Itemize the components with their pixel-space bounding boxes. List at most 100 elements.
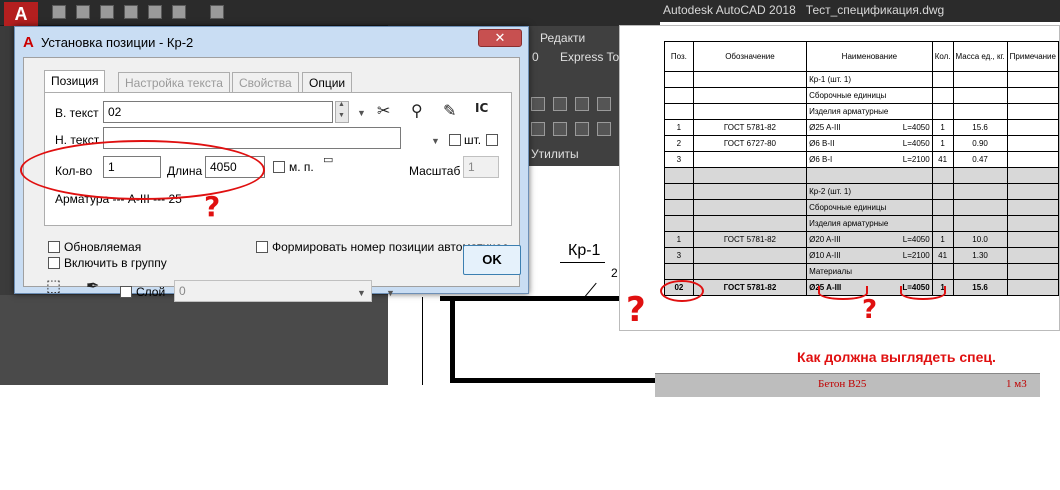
spec-name: Кр-1 (шт. 1) (806, 71, 933, 88)
spec-pos (664, 263, 694, 280)
spec-pos (664, 199, 694, 216)
spec-row: 3 Ø10 A-III L=2100 41 1.30 (664, 247, 1060, 264)
spec-note (1006, 71, 1060, 88)
spec-kol (931, 263, 954, 280)
save-as-icon[interactable] (124, 5, 138, 19)
ok-button[interactable]: OK (463, 245, 521, 275)
red-underline-length (900, 286, 946, 300)
undo-icon[interactable] (172, 5, 186, 19)
chevron-down-icon[interactable]: ▼ (357, 288, 366, 298)
spec-row: 3 Ø6 B-I L=2100 41 0.47 (664, 151, 1060, 168)
ribbon-tool-icon[interactable] (553, 97, 567, 111)
title-bar-middle (388, 0, 660, 26)
sloy-checkbox[interactable] (120, 286, 132, 298)
spec-kol (931, 71, 954, 88)
new-file-icon[interactable] (52, 5, 66, 19)
spec-table-body: Поз. Обозначение Наименование Кол. Масса… (664, 41, 1060, 296)
redo-icon[interactable] (210, 5, 224, 19)
chevron-down-icon[interactable]: ▼ (357, 108, 366, 118)
spec-kol: 41 (931, 247, 954, 264)
spec-massa (952, 183, 1008, 200)
question-mark-left: ? (626, 290, 646, 330)
tab-position[interactable]: Позиция (44, 70, 106, 92)
spec-row: 2 ГОСТ 6727-80 Ø6 B-II L=4050 1 0.90 (664, 135, 1060, 152)
close-button[interactable]: ✕ (478, 29, 522, 47)
auto-number-checkbox[interactable] (256, 241, 268, 253)
beton-name: Бетон В25 (818, 378, 867, 390)
ribbon-tool-icon[interactable] (531, 122, 545, 136)
spec-note (1006, 247, 1060, 264)
ribbon-num: 0 (532, 50, 539, 64)
save-icon[interactable] (100, 5, 114, 19)
ribbon-tool-icon[interactable] (597, 97, 611, 111)
spec-name: Изделия арматурные (806, 103, 933, 120)
group-checkbox[interactable] (48, 257, 60, 269)
ruler-icon[interactable]: ▭ (323, 153, 333, 166)
spec-length: L=4050 (902, 123, 930, 132)
spec-massa: 1.30 (952, 247, 1008, 264)
pick-point-icon[interactable]: ⬚ (46, 276, 61, 295)
v-text-input[interactable]: 02 (103, 101, 333, 123)
spec-table: Поз. Обозначение Наименование Кол. Масса… (664, 41, 1060, 296)
ribbon-tool-icon[interactable] (575, 122, 589, 136)
spec-massa (952, 215, 1008, 232)
tab-text-settings[interactable]: Настройка текста (118, 72, 230, 92)
masshtab-label: Масштаб (409, 164, 461, 178)
spec-name: Сборочные единицы (806, 87, 933, 104)
pen-icon[interactable]: ✒ (86, 276, 99, 295)
sht-label: шт. (464, 133, 482, 147)
spec-pos: 3 (664, 247, 694, 264)
open-file-icon[interactable] (76, 5, 90, 19)
rebar-line (450, 378, 660, 383)
chevron-down-icon[interactable]: ▼ (431, 136, 440, 146)
spec-obozn (692, 87, 808, 104)
spec-pos: 1 (664, 231, 694, 248)
sht-checkbox[interactable] (449, 134, 461, 146)
extra-checkbox[interactable] (486, 134, 498, 146)
spec-name-text: Ø20 A-III (809, 235, 841, 244)
ribbon-utilities[interactable]: Утилиты (531, 147, 579, 161)
masshtab-input[interactable]: 1 (463, 156, 499, 178)
spec-name: Ø20 A-III L=4050 (806, 231, 933, 248)
ribbon-tool-icon[interactable] (597, 122, 611, 136)
format-icon[interactable]: IC (475, 101, 488, 115)
spec-name-text: Ø6 B-II (809, 139, 835, 148)
pencil-icon[interactable]: ✎ (443, 101, 456, 120)
spec-kol: 1 (931, 119, 954, 136)
v-text-spinner[interactable] (335, 101, 349, 123)
autocad-logo-icon[interactable]: A (4, 2, 38, 26)
sloy-select[interactable]: 0 (174, 280, 372, 302)
spec-kol (931, 167, 954, 184)
beton-qty: 1 м3 (1006, 378, 1027, 390)
model-space-area (0, 295, 388, 385)
v-text-label: В. текст (55, 106, 99, 120)
spec-obozn: ГОСТ 5781-82 (692, 231, 808, 248)
tab-options[interactable]: Опции (302, 72, 353, 92)
spec-pos: 2 (664, 135, 694, 152)
ribbon-tool-icon[interactable] (531, 97, 545, 111)
ribbon-tab-express[interactable]: Express Too (560, 50, 626, 64)
spec-kol (931, 215, 954, 232)
tab-properties[interactable]: Свойства (232, 72, 299, 92)
spec-massa: 0.90 (952, 135, 1008, 152)
spec-massa: 15.6 (952, 279, 1008, 296)
print-icon[interactable] (148, 5, 162, 19)
spec-name-text: Материалы (809, 267, 852, 276)
leader-line (560, 262, 605, 263)
ribbon-tool-icon[interactable] (553, 122, 567, 136)
spec-name: Ø10 A-III L=2100 (806, 247, 933, 264)
spec-massa (952, 199, 1008, 216)
spec-header-pos: Поз. (664, 41, 694, 72)
mp-checkbox[interactable] (273, 161, 285, 173)
obnovl-checkbox[interactable] (48, 241, 60, 253)
scissors-icon[interactable]: ✂ (377, 101, 390, 120)
spec-row: Сборочные единицы (664, 87, 1060, 104)
spec-name-text: Сборочные единицы (809, 203, 887, 212)
ribbon-tool-icon[interactable] (575, 97, 589, 111)
chevron-down-icon[interactable]: ▼ (386, 288, 395, 298)
ribbon-tab-redact[interactable]: Редакти (540, 31, 585, 45)
spec-massa: 0.47 (952, 151, 1008, 168)
spec-row: 1 ГОСТ 5781-82 Ø25 A-III L=4050 1 15.6 (664, 119, 1060, 136)
search-icon[interactable]: ⚲ (411, 101, 423, 120)
spec-obozn (692, 71, 808, 88)
